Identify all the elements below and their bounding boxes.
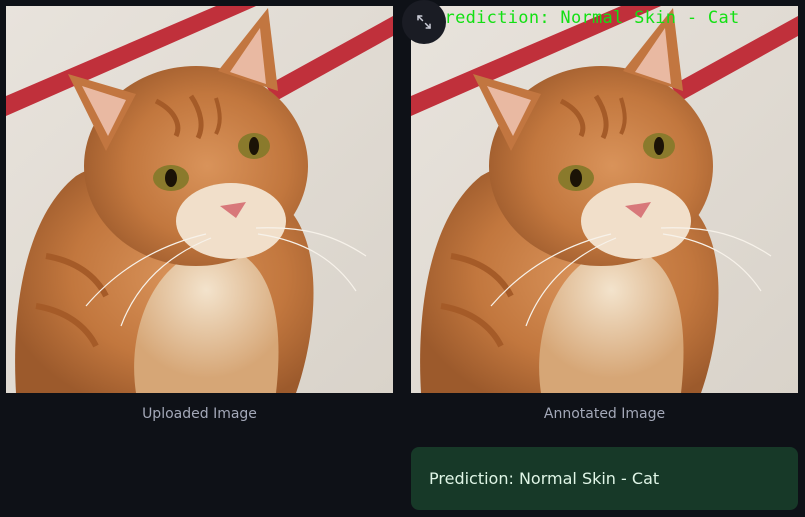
annotation-overlay-text: Prediction: Normal Skin - Cat bbox=[434, 8, 740, 28]
annotated-image-caption: Annotated Image bbox=[543, 406, 666, 422]
uploaded-image-caption: Uploaded Image bbox=[142, 406, 257, 422]
prediction-alert-text: Prediction: Normal Skin - Cat bbox=[429, 469, 660, 488]
fullscreen-button[interactable] bbox=[402, 0, 446, 44]
uploaded-image bbox=[6, 6, 393, 393]
expand-arrows-icon bbox=[417, 15, 431, 29]
annotated-image bbox=[411, 6, 798, 393]
prediction-alert: Prediction: Normal Skin - Cat bbox=[411, 447, 798, 510]
streamlit-page: Prediction: Normal Skin - Cat Uploaded I… bbox=[0, 0, 805, 517]
